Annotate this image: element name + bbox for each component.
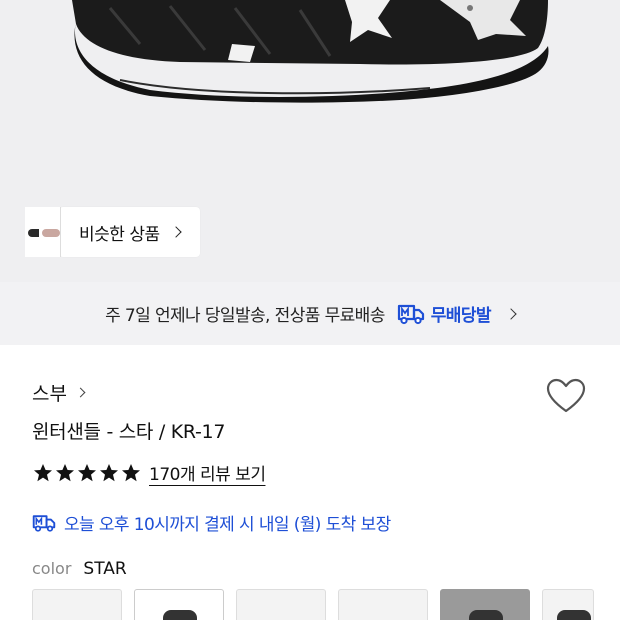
chevron-right-icon xyxy=(505,307,517,320)
reviews-link[interactable]: 170개 리뷰 보기 xyxy=(149,460,266,485)
truck-icon xyxy=(32,514,56,532)
color-option[interactable] xyxy=(338,589,428,620)
free-shipping-badge-label: 무배당발 xyxy=(430,306,492,326)
rating-stars xyxy=(33,463,141,483)
star-icon xyxy=(34,463,52,481)
color-selection: color STAR xyxy=(32,559,127,579)
similar-thumbnail xyxy=(39,207,61,257)
heart-icon[interactable] xyxy=(546,378,586,414)
chevron-right-icon xyxy=(169,226,182,238)
star-icon xyxy=(78,463,96,481)
brand-name: 스부 xyxy=(32,383,67,405)
truck-icon xyxy=(397,304,424,324)
rating-row: 170개 리뷰 보기 xyxy=(33,460,266,485)
shipping-banner-text: 주 7일 언제나 당일발송, 전상품 무료배송 xyxy=(105,306,385,326)
product-image-area[interactable]: 비슷한 상품 xyxy=(0,0,620,282)
delivery-guarantee: 오늘 오후 10시까지 결제 시 내일 (월) 도착 보장 xyxy=(32,510,391,535)
color-options xyxy=(32,589,594,620)
color-option[interactable] xyxy=(32,589,122,620)
similar-products-button[interactable]: 비슷한 상품 xyxy=(59,207,200,257)
color-option-selected[interactable] xyxy=(134,589,224,620)
color-option[interactable] xyxy=(236,589,326,620)
free-shipping-badge: 무배당발 xyxy=(397,301,492,326)
similar-products[interactable]: 비슷한 상품 xyxy=(25,207,200,257)
star-icon xyxy=(56,463,74,481)
color-value: STAR xyxy=(83,559,127,579)
product-title: 윈터샌들 - 스타 / KR-17 xyxy=(32,421,226,443)
delivery-guarantee-text: 오늘 오후 10시까지 결제 시 내일 (월) 도착 보장 xyxy=(64,515,391,535)
star-icon xyxy=(100,463,118,481)
similar-thumbnails xyxy=(25,207,61,257)
color-label: color xyxy=(32,559,72,578)
star-icon xyxy=(122,463,140,481)
similar-products-label: 비슷한 상품 xyxy=(79,224,160,245)
shipping-banner[interactable]: 주 7일 언제나 당일발송, 전상품 무료배송 무배당발 xyxy=(0,282,620,345)
color-option[interactable] xyxy=(542,589,594,620)
chevron-right-icon xyxy=(75,387,86,398)
brand-link[interactable]: 스부 xyxy=(32,379,86,406)
color-option[interactable] xyxy=(440,589,530,620)
